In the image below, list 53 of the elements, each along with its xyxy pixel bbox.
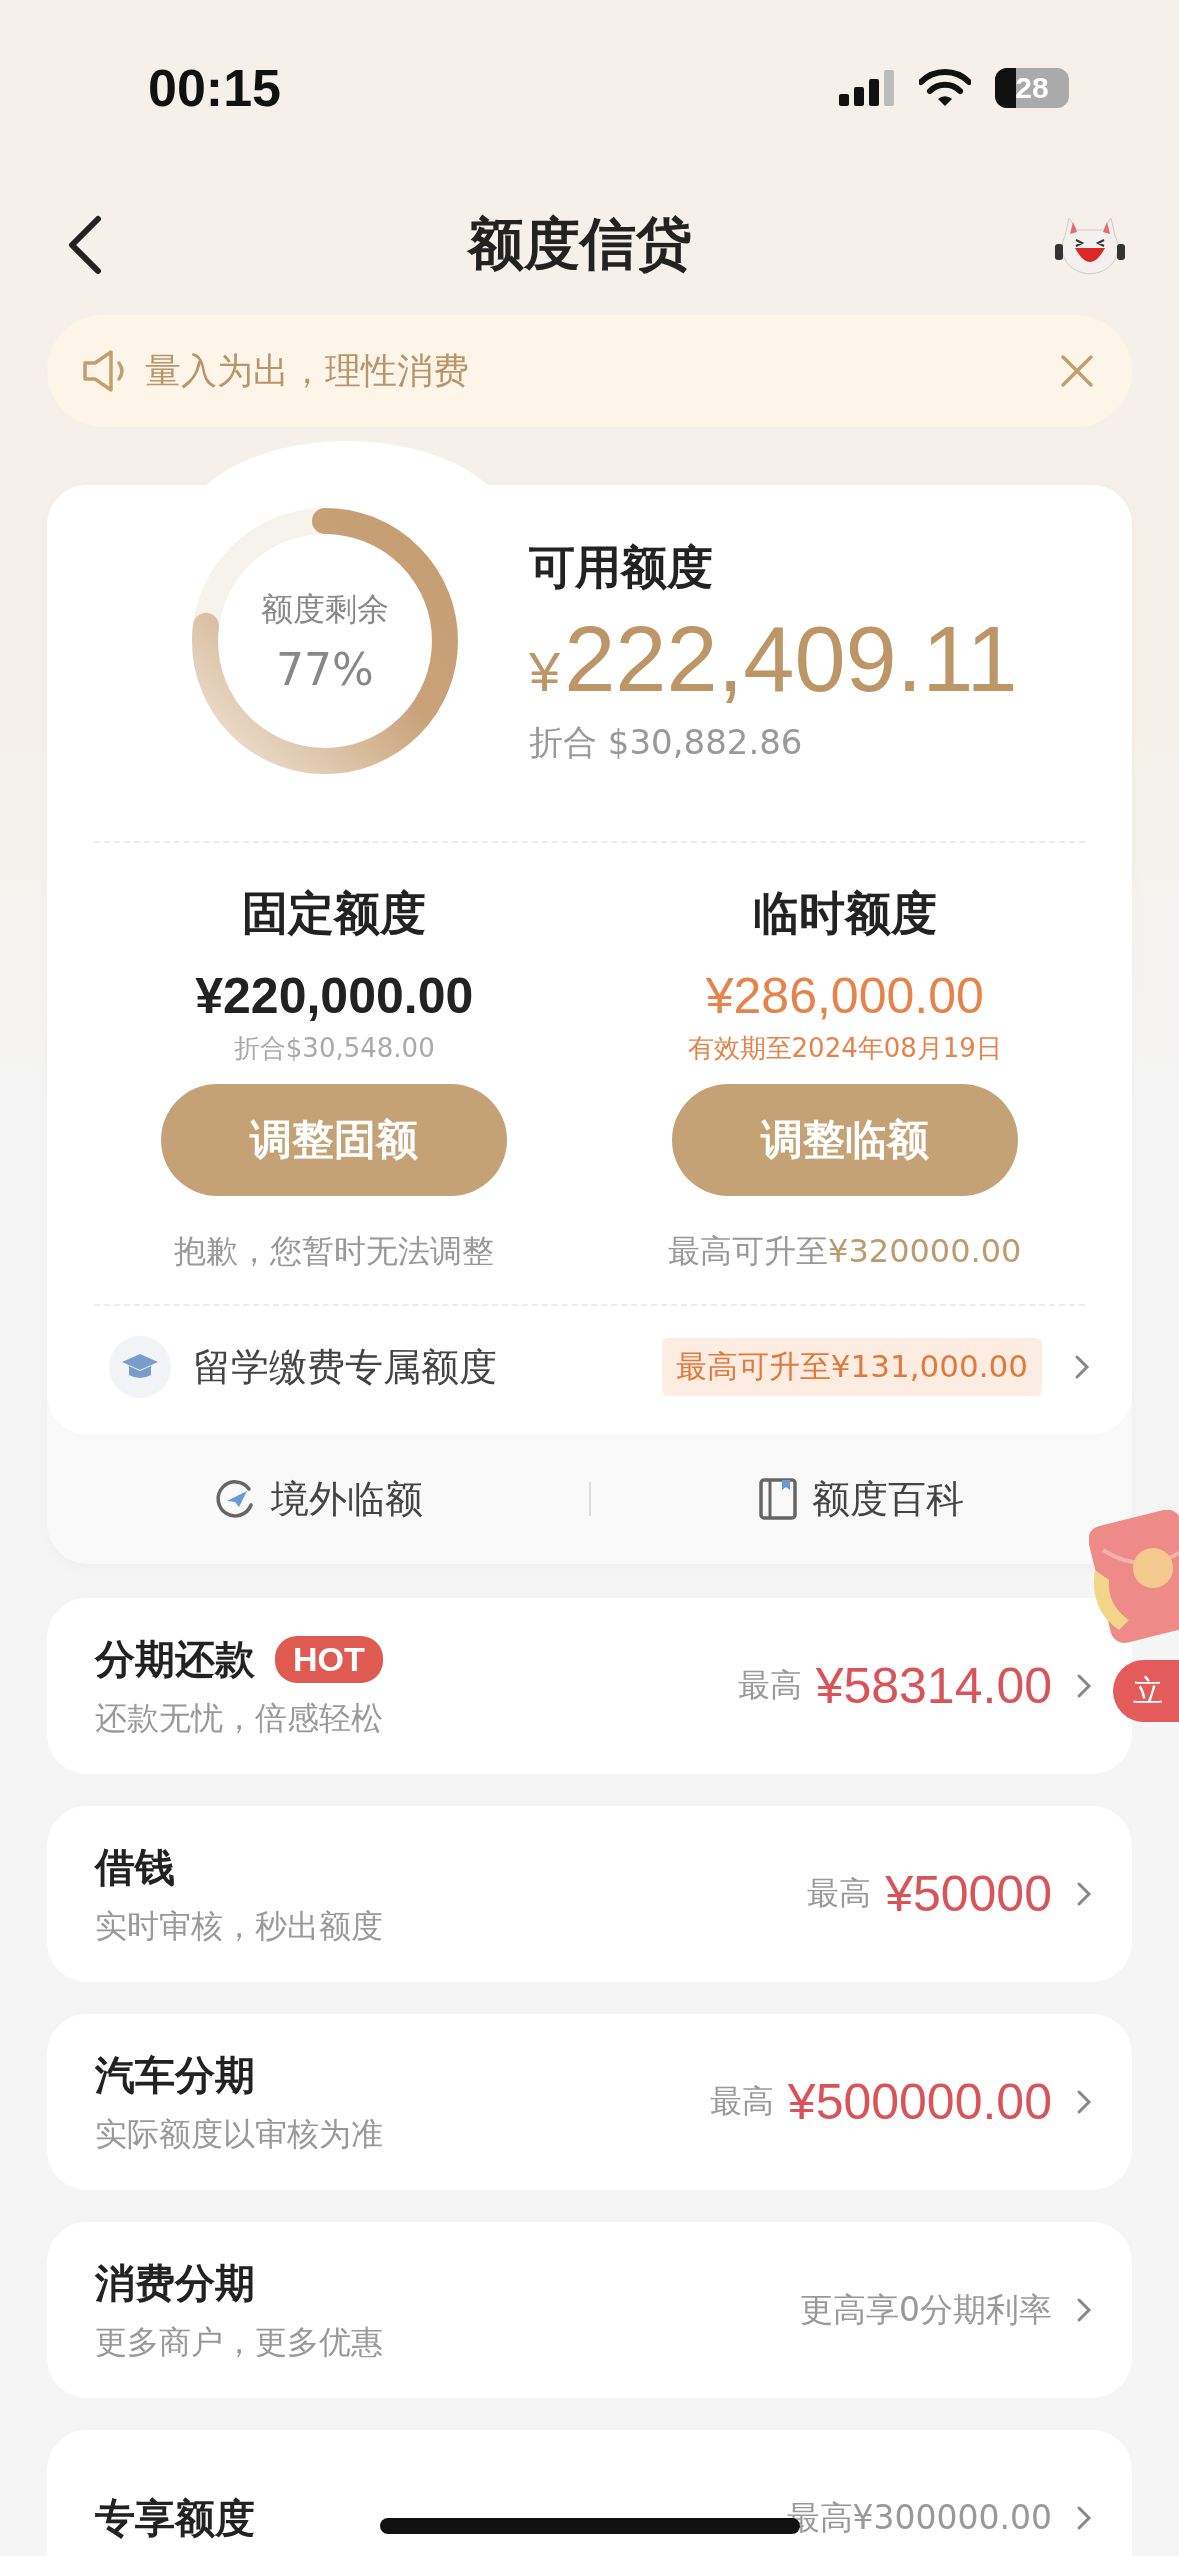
chevron-icon xyxy=(1076,1673,1092,1699)
chevron-icon xyxy=(1074,1354,1090,1380)
product-title: 分期还款 xyxy=(95,1634,255,1684)
ring-label: 额度剩余 xyxy=(261,588,389,630)
product-title: 借钱 xyxy=(95,1842,175,1892)
quota-note: 有效期至2024年08月19日 xyxy=(687,1032,1002,1065)
product-card[interactable]: 分期还款 HOT 还款无忧，倍感轻松 最高 ¥58314.00 xyxy=(47,1598,1132,1774)
quota-footer: 最高可升至¥320000.00 xyxy=(668,1230,1022,1274)
product-title: 消费分期 xyxy=(95,2258,255,2308)
product-title: 专享额度 xyxy=(95,2493,255,2543)
product-subtitle: 更多商户，更多优惠 xyxy=(95,2321,383,2363)
product-limit-amount: ¥58314.00 xyxy=(815,1657,1052,1715)
battery-icon: 28 xyxy=(995,67,1069,108)
product-card[interactable]: 借钱 实时审核，秒出额度 最高 ¥50000 xyxy=(47,1806,1132,1982)
status-time: 00:15 xyxy=(148,57,281,118)
signal-icon xyxy=(839,69,895,106)
chevron-icon xyxy=(1076,1881,1092,1907)
ring-percent: 77% xyxy=(276,643,374,695)
quota-amount: ¥220,000.00 xyxy=(195,967,474,1025)
converted-amount: 折合 $30,882.86 xyxy=(529,720,804,764)
available-label: 可用额度 xyxy=(529,538,714,596)
product-limit-label: 更高享0分期利率 xyxy=(800,2288,1052,2331)
quota-amount: ¥286,000.00 xyxy=(705,967,984,1025)
product-subtitle: 实时审核，秒出额度 xyxy=(95,1905,383,1947)
page-title: 额度信贷 xyxy=(466,210,693,278)
product-limit-label: 最高 xyxy=(807,1873,872,1914)
quota-title: 固定额度 xyxy=(242,885,427,942)
notice-text: 量入为出，理性消费 xyxy=(145,348,470,393)
shortcut-link[interactable]: 境外临额 xyxy=(47,1473,589,1525)
quota-note: 折合$30,548.00 xyxy=(233,1032,435,1065)
study-label: 留学缴费专属额度 xyxy=(193,1343,498,1391)
envelope-label: 立 xyxy=(1113,1660,1179,1722)
book-icon xyxy=(758,1477,799,1521)
product-card[interactable]: 消费分期 更多商户，更多优惠 更高享0分期利率 xyxy=(47,2222,1132,2398)
hot-badge: HOT xyxy=(275,1635,383,1683)
quota-footer: 抱歉，您暂时无法调整 xyxy=(174,1230,495,1274)
chevron-icon xyxy=(1076,2297,1092,2323)
product-card[interactable]: 汽车分期 实际额度以审核为准 最高 ¥500000.00 xyxy=(47,2014,1132,2190)
wifi-icon xyxy=(919,68,971,107)
product-limit-label: 最高 xyxy=(709,2081,774,2122)
product-limit-amount: ¥500000.00 xyxy=(787,2073,1052,2131)
study-badge: 最高可升至¥131,000.00 xyxy=(661,1338,1042,1396)
product-subtitle: 还款无忧，倍感轻松 xyxy=(95,1697,383,1739)
quota-title: 临时额度 xyxy=(752,885,937,942)
product-limit-amount: ¥50000 xyxy=(885,1865,1052,1923)
product-limit-label: 最高 xyxy=(737,1665,802,1706)
product-title: 汽车分期 xyxy=(95,2050,255,2100)
available-amount: ¥222,409.11 xyxy=(529,606,1018,712)
product-subtitle: 实际额度以审核为准 xyxy=(95,2113,383,2155)
shortcut-link[interactable]: 额度百科 xyxy=(590,1473,1132,1525)
chevron-icon xyxy=(1076,2505,1092,2531)
chevron-icon xyxy=(1076,2089,1092,2115)
study-row[interactable]: 留学缴费专属额度 最高可升至¥131,000.00 xyxy=(47,1306,1132,1434)
